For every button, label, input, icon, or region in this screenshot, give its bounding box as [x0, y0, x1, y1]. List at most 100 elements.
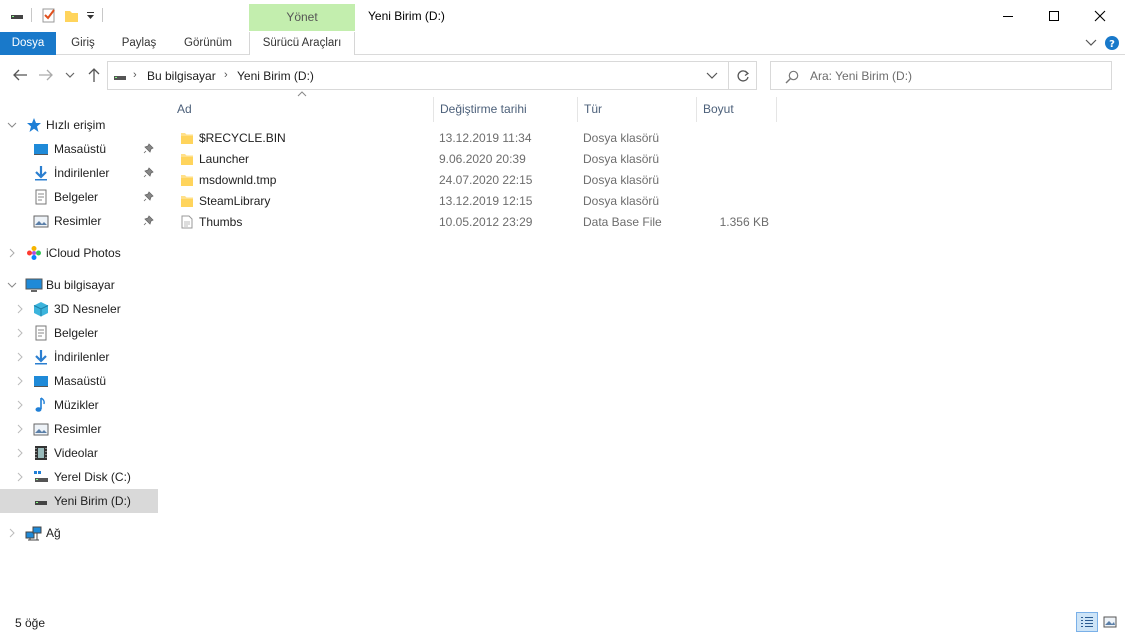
- pictures-icon: [33, 421, 49, 437]
- nav-quick-access[interactable]: Hızlı erişim: [0, 113, 158, 137]
- file-row[interactable]: Launcher 9.06.2020 20:39 Dosya klasörü: [176, 149, 776, 170]
- nav-label: İndirilenler: [54, 350, 110, 364]
- file-name: SteamLibrary: [199, 194, 271, 208]
- file-list: Ad Değiştirme tarihi Tür Boyut $RECYCLE.…: [158, 91, 1125, 606]
- back-button[interactable]: [11, 66, 29, 84]
- maximize-button[interactable]: [1031, 0, 1077, 32]
- large-icons-view-icon: [1103, 616, 1117, 628]
- nav-drive-d[interactable]: Yeni Birim (D:): [0, 489, 158, 513]
- nav-quick-pictures[interactable]: Resimler: [0, 209, 158, 233]
- chevron-expanded-icon[interactable]: [7, 119, 17, 131]
- pin-icon[interactable]: [143, 143, 154, 154]
- chevron-right-icon[interactable]: [15, 447, 25, 459]
- up-arrow-icon: [88, 68, 100, 82]
- minimize-button[interactable]: [985, 0, 1031, 32]
- chevron-right-icon[interactable]: [7, 247, 17, 259]
- nav-local-disk-c[interactable]: Yerel Disk (C:): [0, 465, 158, 489]
- nav-3d-objects[interactable]: 3D Nesneler: [0, 297, 158, 321]
- chevron-right-icon[interactable]: [15, 327, 25, 339]
- details-view-button[interactable]: [1076, 612, 1098, 632]
- nav-label: iCloud Photos: [46, 246, 121, 260]
- nav-downloads[interactable]: İndirilenler: [0, 345, 158, 369]
- nav-videos[interactable]: Videolar: [0, 441, 158, 465]
- pin-icon[interactable]: [143, 167, 154, 178]
- nav-label: Müzikler: [54, 398, 99, 412]
- breadcrumb-current[interactable]: Yeni Birim (D:): [237, 69, 314, 83]
- customize-toolbar-icon[interactable]: [84, 7, 100, 23]
- nav-label: Resimler: [54, 422, 102, 436]
- column-header-name[interactable]: Ad: [171, 97, 434, 122]
- breadcrumb-separator[interactable]: ›: [133, 69, 137, 81]
- chevron-right-icon[interactable]: [15, 303, 25, 315]
- 3d-objects-icon: [33, 301, 49, 317]
- pin-icon[interactable]: [143, 191, 154, 202]
- desktop-icon: [33, 141, 49, 157]
- nav-documents[interactable]: Belgeler: [0, 321, 158, 345]
- nav-network[interactable]: Ağ: [0, 521, 158, 545]
- recent-locations-button[interactable]: [64, 66, 76, 84]
- manage-context-header: Yönet: [249, 4, 355, 31]
- help-icon[interactable]: ?: [1104, 35, 1120, 51]
- file-row[interactable]: Thumbs 10.05.2012 23:29 Data Base File 1…: [176, 212, 776, 233]
- ribbon-expand-icon[interactable]: [1085, 38, 1097, 48]
- refresh-button[interactable]: [729, 61, 757, 90]
- nav-quick-downloads[interactable]: İndirilenler: [0, 161, 158, 185]
- window-title: Yeni Birim (D:): [368, 9, 445, 23]
- file-icon: [180, 215, 194, 229]
- download-icon: [33, 165, 49, 181]
- file-type: Dosya klasörü: [583, 152, 660, 166]
- pin-icon[interactable]: [143, 215, 154, 226]
- file-type: Dosya klasörü: [583, 173, 660, 187]
- search-input[interactable]: Ara: Yeni Birim (D:): [770, 61, 1112, 90]
- svg-text:?: ?: [1109, 39, 1115, 50]
- tab-view[interactable]: Görünüm: [177, 32, 239, 55]
- nav-this-pc[interactable]: Bu bilgisayar: [0, 273, 158, 297]
- file-date: 24.07.2020 22:15: [439, 173, 533, 187]
- breadcrumb-this-pc[interactable]: Bu bilgisayar: [147, 69, 216, 83]
- folder-icon: [180, 152, 194, 166]
- chevron-right-icon[interactable]: [15, 375, 25, 387]
- toolbar-separator: [102, 8, 103, 22]
- chevron-right-icon[interactable]: [15, 399, 25, 411]
- chevron-expanded-icon[interactable]: [7, 279, 17, 291]
- file-row[interactable]: SteamLibrary 13.12.2019 12:15 Dosya klas…: [176, 191, 776, 212]
- breadcrumb-separator[interactable]: ›: [224, 69, 228, 81]
- column-header-size[interactable]: Boyut: [697, 97, 777, 122]
- up-button[interactable]: [85, 66, 103, 84]
- forward-arrow-icon: [39, 69, 53, 81]
- nav-quick-documents[interactable]: Belgeler: [0, 185, 158, 209]
- chevron-right-icon[interactable]: [15, 471, 25, 483]
- tab-share[interactable]: Paylaş: [115, 32, 163, 55]
- nav-pictures[interactable]: Resimler: [0, 417, 158, 441]
- tab-home[interactable]: Giriş: [61, 32, 105, 55]
- nav-desktop[interactable]: Masaüstü: [0, 369, 158, 393]
- close-button[interactable]: [1077, 0, 1123, 32]
- properties-icon[interactable]: [41, 7, 57, 23]
- file-row[interactable]: $RECYCLE.BIN 13.12.2019 11:34 Dosya klas…: [176, 128, 776, 149]
- forward-button[interactable]: [37, 66, 55, 84]
- address-dropdown-icon[interactable]: [706, 72, 718, 80]
- chevron-right-icon[interactable]: [15, 351, 25, 363]
- nav-music[interactable]: Müzikler: [0, 393, 158, 417]
- drive-icon[interactable]: [9, 7, 25, 23]
- details-view-icon: [1081, 617, 1093, 627]
- nav-icloud-photos[interactable]: iCloud Photos: [0, 241, 158, 265]
- nav-label: İndirilenler: [54, 166, 110, 180]
- chevron-right-icon[interactable]: [7, 527, 17, 539]
- file-date: 9.06.2020 20:39: [439, 152, 526, 166]
- tab-drive-tools[interactable]: Sürücü Araçları: [249, 32, 355, 55]
- file-row[interactable]: msdownld.tmp 24.07.2020 22:15 Dosya klas…: [176, 170, 776, 191]
- music-icon: [33, 397, 49, 413]
- nav-quick-desktop[interactable]: Masaüstü: [0, 137, 158, 161]
- download-icon: [33, 349, 49, 365]
- tab-file[interactable]: Dosya: [0, 32, 56, 55]
- new-folder-icon[interactable]: [63, 7, 79, 23]
- column-header-date[interactable]: Değiştirme tarihi: [434, 97, 578, 122]
- search-placeholder: Ara: Yeni Birim (D:): [810, 69, 913, 83]
- nav-label: Belgeler: [54, 326, 99, 340]
- large-icons-view-button[interactable]: [1099, 612, 1121, 632]
- address-bar[interactable]: › Bu bilgisayar › Yeni Birim (D:): [107, 61, 729, 90]
- nav-label: Belgeler: [54, 190, 99, 204]
- chevron-right-icon[interactable]: [15, 423, 25, 435]
- column-header-type[interactable]: Tür: [578, 97, 697, 122]
